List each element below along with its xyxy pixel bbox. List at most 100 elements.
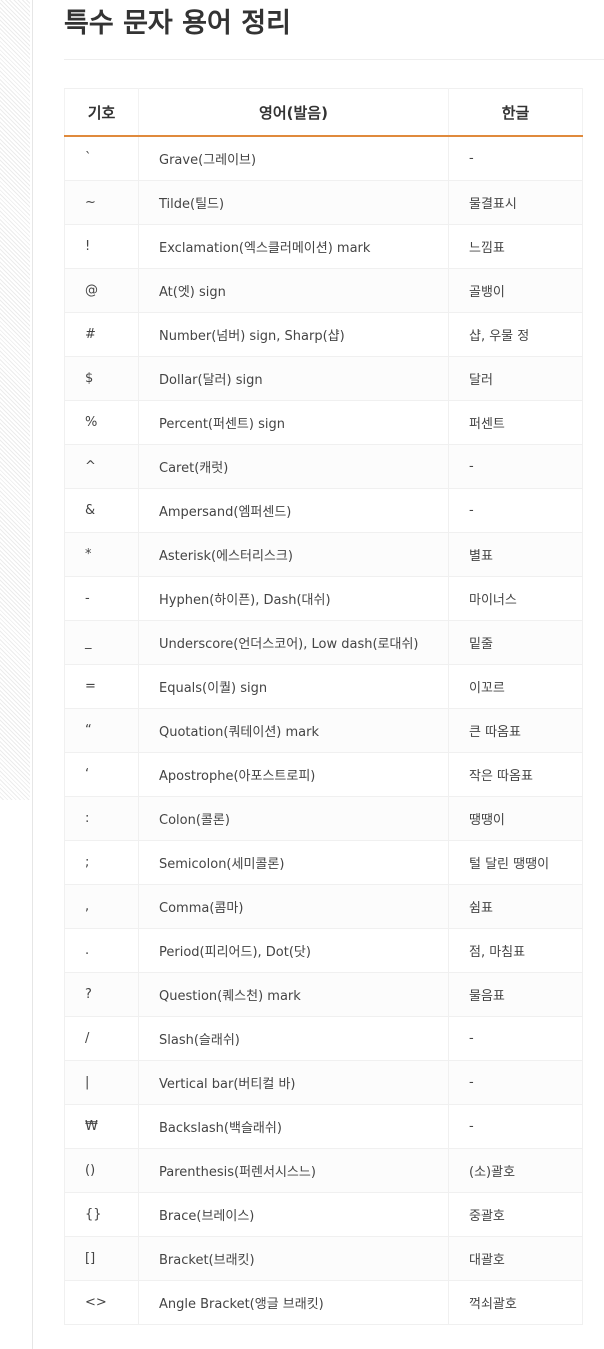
- table-row: ^ Caret(캐럿) -: [64, 444, 583, 489]
- korean-cell: -: [448, 135, 583, 181]
- english-cell: Number(넘버) sign, Sharp(샵): [138, 312, 449, 357]
- korean-cell: 물음표: [448, 972, 583, 1017]
- symbol-cell: |: [64, 1060, 139, 1105]
- symbol-cell: %: [64, 400, 139, 445]
- english-cell: Asterisk(에스터리스크): [138, 532, 449, 577]
- symbol-cell: @: [64, 268, 139, 313]
- symbol-cell: !: [64, 224, 139, 269]
- title-divider: [64, 59, 604, 60]
- table-row: <> Angle Bracket(앵글 브래킷) 꺽쇠괄호: [64, 1280, 583, 1325]
- symbol-cell: =: [64, 664, 139, 709]
- korean-cell: 중괄호: [448, 1192, 583, 1237]
- header-english: 영어(발음): [138, 88, 449, 137]
- korean-cell: 꺽쇠괄호: [448, 1280, 583, 1325]
- english-cell: Vertical bar(버티컬 바): [138, 1060, 449, 1105]
- header-korean: 한글: [448, 88, 583, 137]
- english-cell: Exclamation(엑스클러메이션) mark: [138, 224, 449, 269]
- korean-cell: (소)괄호: [448, 1148, 583, 1193]
- table-row: # Number(넘버) sign, Sharp(샵) 샵, 우물 정: [64, 312, 583, 357]
- table-row: ~ Tilde(틸드) 물결표시: [64, 180, 583, 225]
- symbol-cell: `: [64, 135, 139, 181]
- english-cell: Hyphen(하이픈), Dash(대쉬): [138, 576, 449, 621]
- english-cell: Question(퀘스천) mark: [138, 972, 449, 1017]
- english-cell: Angle Bracket(앵글 브래킷): [138, 1280, 449, 1325]
- symbol-cell: ^: [64, 444, 139, 489]
- table-row: & Ampersand(엠퍼센드) -: [64, 488, 583, 533]
- table-row: ‘Apostrophe(아포스트로피) 작은 따옴표: [64, 752, 583, 797]
- table-row: “Quotation(쿼테이션) mark 큰 따옴표: [64, 708, 583, 753]
- table-row: % Percent(퍼센트) sign 퍼센트: [64, 400, 583, 445]
- english-cell: Ampersand(엠퍼센드): [138, 488, 449, 533]
- english-cell: Brace(브레이스): [138, 1192, 449, 1237]
- english-cell: Slash(슬래쉬): [138, 1016, 449, 1061]
- korean-cell: 퍼센트: [448, 400, 583, 445]
- english-cell: Tilde(틸드): [138, 180, 449, 225]
- korean-cell: 이꼬르: [448, 664, 583, 709]
- korean-cell: 털 달린 땡땡이: [448, 840, 583, 885]
- page: 특수 문자 용어 정리 기호 영어(발음) 한글 ` Grave(그레이브) - ~ T…: [0, 0, 604, 1349]
- symbol-cell: ,: [64, 884, 139, 929]
- english-cell: Grave(그레이브): [138, 135, 449, 181]
- korean-cell: 골뱅이: [448, 268, 583, 313]
- english-cell: Percent(퍼센트) sign: [138, 400, 449, 445]
- table-row: / Slash(슬래쉬) -: [64, 1016, 583, 1061]
- page-title: 특수 문자 용어 정리: [64, 8, 291, 39]
- table-row: : Colon(콜론) 땡땡이: [64, 796, 583, 841]
- korean-cell: 점, 마침표: [448, 928, 583, 973]
- table-row: ! Exclamation(엑스클러메이션) mark 느낌표: [64, 224, 583, 269]
- table-row: $ Dollar(달러) sign 달러: [64, 356, 583, 401]
- symbol-cell: :: [64, 796, 139, 841]
- korean-cell: 땡땡이: [448, 796, 583, 841]
- korean-cell: -: [448, 444, 583, 489]
- table-row: () Parenthesis(퍼렌서시스느) (소)괄호: [64, 1148, 583, 1193]
- english-cell: Caret(캐럿): [138, 444, 449, 489]
- korean-cell: 밑줄: [448, 620, 583, 665]
- symbol-cell: /: [64, 1016, 139, 1061]
- symbol-cell: ;: [64, 840, 139, 885]
- korean-cell: 별표: [448, 532, 583, 577]
- english-cell: Parenthesis(퍼렌서시스느): [138, 1148, 449, 1193]
- symbol-cell: ?: [64, 972, 139, 1017]
- korean-cell: 큰 따옴표: [448, 708, 583, 753]
- table-row: ? Question(퀘스천) mark 물음표: [64, 972, 583, 1017]
- table-row: ₩ Backslash(백슬래쉬) -: [64, 1104, 583, 1149]
- table-header-row: 기호 영어(발음) 한글: [64, 88, 583, 137]
- symbol-cell: (): [64, 1148, 139, 1193]
- korean-cell: 작은 따옴표: [448, 752, 583, 797]
- symbol-cell: {}: [64, 1192, 139, 1237]
- english-cell: At(엣) sign: [138, 268, 449, 313]
- symbol-cell: *: [64, 532, 139, 577]
- left-pattern-stripe: [0, 0, 30, 800]
- korean-cell: 마이너스: [448, 576, 583, 621]
- symbol-cell: ‘: [64, 752, 139, 797]
- english-cell: Quotation(쿼테이션) mark: [138, 708, 449, 753]
- symbol-cell: ~: [64, 180, 139, 225]
- table-row: [] Bracket(브래킷) 대괄호: [64, 1236, 583, 1281]
- symbol-cell: _: [64, 620, 139, 665]
- special-character-table: 기호 영어(발음) 한글 ` Grave(그레이브) - ~ Tilde(틸드) 물결표시…: [64, 88, 583, 1325]
- table-row: ` Grave(그레이브) -: [64, 135, 583, 181]
- korean-cell: 느낌표: [448, 224, 583, 269]
- left-divider: [32, 0, 33, 1349]
- symbol-cell: .: [64, 928, 139, 973]
- english-cell: Apostrophe(아포스트로피): [138, 752, 449, 797]
- symbol-cell: #: [64, 312, 139, 357]
- symbol-cell: &: [64, 488, 139, 533]
- korean-cell: 샵, 우물 정: [448, 312, 583, 357]
- table-row: ; Semicolon(세미콜론) 털 달린 땡땡이: [64, 840, 583, 885]
- korean-cell: 쉼표: [448, 884, 583, 929]
- table-row: | Vertical bar(버티컬 바) -: [64, 1060, 583, 1105]
- symbol-cell: -: [64, 576, 139, 621]
- english-cell: Colon(콜론): [138, 796, 449, 841]
- korean-cell: 달러: [448, 356, 583, 401]
- english-cell: Underscore(언더스코어), Low dash(로대쉬): [138, 620, 449, 665]
- symbol-cell: <>: [64, 1280, 139, 1325]
- table-row: - Hyphen(하이픈), Dash(대쉬) 마이너스: [64, 576, 583, 621]
- korean-cell: 대괄호: [448, 1236, 583, 1281]
- symbol-cell: $: [64, 356, 139, 401]
- english-cell: Equals(이퀄) sign: [138, 664, 449, 709]
- english-cell: Semicolon(세미콜론): [138, 840, 449, 885]
- korean-cell: -: [448, 1104, 583, 1149]
- table-row: {} Brace(브레이스) 중괄호: [64, 1192, 583, 1237]
- english-cell: Backslash(백슬래쉬): [138, 1104, 449, 1149]
